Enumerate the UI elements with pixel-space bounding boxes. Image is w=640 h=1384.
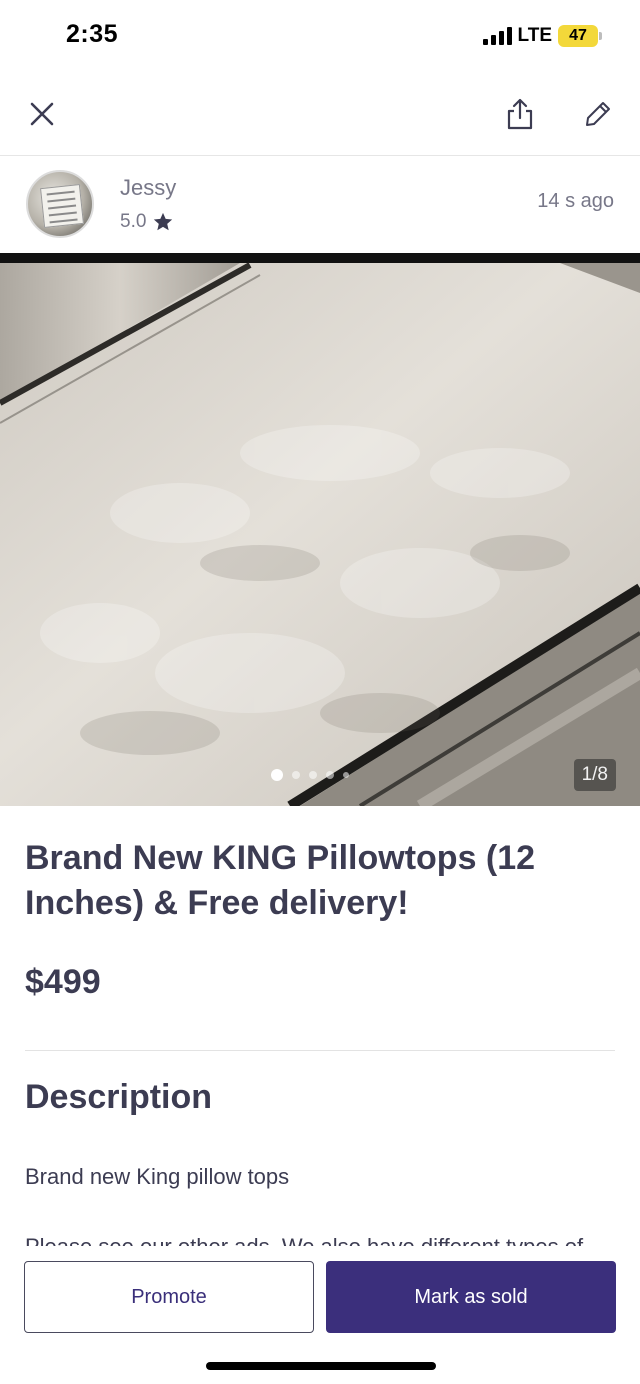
home-indicator[interactable] — [206, 1362, 436, 1370]
status-time: 2:35 — [66, 20, 119, 48]
seller-rating: 5.0 — [120, 211, 174, 233]
network-type: LTE — [517, 25, 552, 46]
close-button[interactable] — [22, 94, 62, 134]
listing-price: $499 — [25, 963, 101, 1001]
seller-row[interactable]: Jessy 5.0 14 s ago — [0, 157, 640, 253]
divider — [25, 1050, 615, 1051]
edit-pencil-icon — [586, 102, 610, 126]
avatar-photo — [40, 184, 84, 228]
top-toolbar — [0, 72, 640, 156]
description-heading: Description — [25, 1078, 213, 1116]
status-bar: 2:35 LTE 47 — [0, 0, 640, 72]
carousel-dots — [271, 769, 349, 781]
description-text-truncated: Please see our other ads. We also have d… — [25, 1234, 625, 1246]
share-icon — [507, 98, 533, 130]
battery-icon: 47 — [558, 25, 602, 47]
listing-photo — [0, 253, 640, 806]
share-button[interactable] — [500, 94, 540, 134]
close-icon — [30, 102, 54, 126]
mark-as-sold-button[interactable]: Mark as sold — [326, 1261, 616, 1333]
listing-title: Brand New KING Pillowtops (12 Inches) & … — [25, 839, 536, 922]
status-indicators: LTE 47 — [482, 24, 602, 48]
promote-button[interactable]: Promote — [24, 1261, 314, 1333]
bottom-action-bar: Promote Mark as sold — [0, 1246, 640, 1384]
star-icon — [154, 212, 173, 231]
listing-photo-carousel[interactable]: 1/8 — [0, 253, 640, 806]
description-text: Brand new King pillow tops — [25, 1164, 290, 1189]
carousel-dot — [326, 771, 334, 779]
photo-counter: 1/8 — [573, 759, 616, 791]
posted-time: 14 s ago — [537, 190, 614, 212]
carousel-dot — [292, 771, 300, 779]
rating-value: 5.0 — [120, 211, 147, 232]
edit-button[interactable] — [578, 94, 618, 134]
carousel-dot — [343, 772, 349, 778]
signal-bars-icon — [482, 27, 512, 45]
seller-name[interactable]: Jessy — [120, 175, 176, 201]
avatar[interactable] — [26, 170, 94, 238]
carousel-dot — [309, 771, 317, 779]
carousel-dot-active — [271, 769, 283, 781]
